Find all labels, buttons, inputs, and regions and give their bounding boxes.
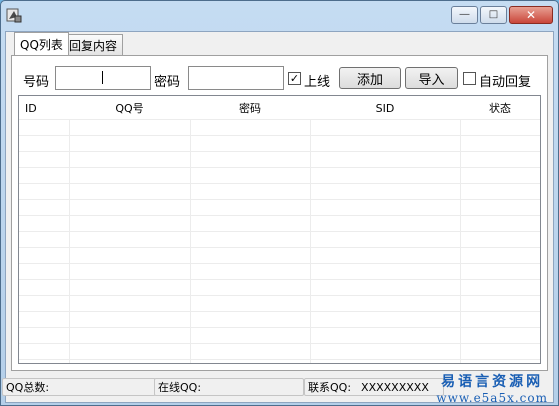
table-row xyxy=(19,312,540,328)
column-divider xyxy=(69,96,70,363)
auto-reply-label: 自动回复 xyxy=(479,75,532,90)
minimize-button[interactable]: ― xyxy=(451,6,478,24)
table-row xyxy=(19,296,540,312)
status-total-qq: QQ总数: xyxy=(2,378,156,396)
table-row xyxy=(19,264,540,280)
online-checkbox[interactable]: ✓ xyxy=(288,72,301,85)
qq-list-table[interactable]: ID QQ号 密码 SID 状态 xyxy=(18,95,541,364)
online-label: 上线 xyxy=(304,75,331,90)
column-header-qq[interactable]: QQ号 xyxy=(69,96,190,120)
column-divider xyxy=(190,96,191,363)
text-caret xyxy=(102,71,103,84)
table-row xyxy=(19,136,540,152)
account-input[interactable] xyxy=(55,66,151,90)
password-input[interactable] xyxy=(188,66,284,90)
maximize-icon: □ xyxy=(488,9,499,20)
tab-qq-list-label: QQ列表 xyxy=(20,37,63,52)
table-row xyxy=(19,200,540,216)
import-button-label: 导入 xyxy=(418,72,445,88)
tab-qq-list[interactable]: QQ列表 xyxy=(14,32,69,55)
table-row xyxy=(19,328,540,344)
app-icon xyxy=(6,7,22,23)
checkmark-icon: ✓ xyxy=(289,72,300,85)
status-online-qq: 在线QQ: xyxy=(154,378,304,396)
password-label: 密码 xyxy=(154,75,181,90)
import-button[interactable]: 导入 xyxy=(405,67,458,89)
add-button-label: 添加 xyxy=(356,72,383,88)
table-row xyxy=(19,280,540,296)
status-contact-label: 联系QQ: xyxy=(308,381,352,394)
maximize-button[interactable]: □ xyxy=(480,6,507,24)
column-header-status[interactable]: 状态 xyxy=(460,96,540,120)
auto-reply-checkbox[interactable] xyxy=(463,72,476,85)
tab-reply-content-label: 回复内容 xyxy=(69,38,118,53)
column-header-id[interactable]: ID xyxy=(25,96,37,120)
column-divider xyxy=(310,96,311,363)
title-bar[interactable]: ― □ ✕ xyxy=(1,1,558,31)
table-row xyxy=(19,344,540,360)
table-row xyxy=(19,232,540,248)
main-window: ― □ ✕ QQ列表 回复内容 号码 密码 ✓ 上线 添加 导入 自动回复 ID… xyxy=(0,0,559,406)
status-online-label: 在线QQ: xyxy=(158,381,202,394)
status-total-label: QQ总数: xyxy=(6,381,50,394)
table-row xyxy=(19,216,540,232)
table-row xyxy=(19,168,540,184)
watermark-title: 易语言资源网 xyxy=(441,374,544,390)
account-label: 号码 xyxy=(23,75,50,90)
table-row xyxy=(19,248,540,264)
client-area: QQ列表 回复内容 号码 密码 ✓ 上线 添加 导入 自动回复 ID QQ号 密… xyxy=(2,31,554,403)
close-icon: ✕ xyxy=(525,8,537,22)
status-contact-qq: 联系QQ: XXXXXXXXX xyxy=(304,378,444,396)
table-row xyxy=(19,184,540,200)
table-row xyxy=(19,152,540,168)
table-header: ID QQ号 密码 SID 状态 xyxy=(19,96,540,120)
minimize-icon: ― xyxy=(459,9,470,20)
table-row xyxy=(19,120,540,136)
column-header-password[interactable]: 密码 xyxy=(190,96,310,120)
watermark: 易语言资源网 www.e5a5x.com xyxy=(436,371,548,405)
column-divider xyxy=(460,96,461,363)
status-contact-value: XXXXXXXXX xyxy=(361,380,429,394)
watermark-url: www.e5a5x.com xyxy=(436,391,548,405)
column-header-sid[interactable]: SID xyxy=(310,96,460,120)
tab-reply-content[interactable]: 回复内容 xyxy=(63,34,124,55)
add-button[interactable]: 添加 xyxy=(339,67,401,89)
close-button[interactable]: ✕ xyxy=(509,6,553,24)
